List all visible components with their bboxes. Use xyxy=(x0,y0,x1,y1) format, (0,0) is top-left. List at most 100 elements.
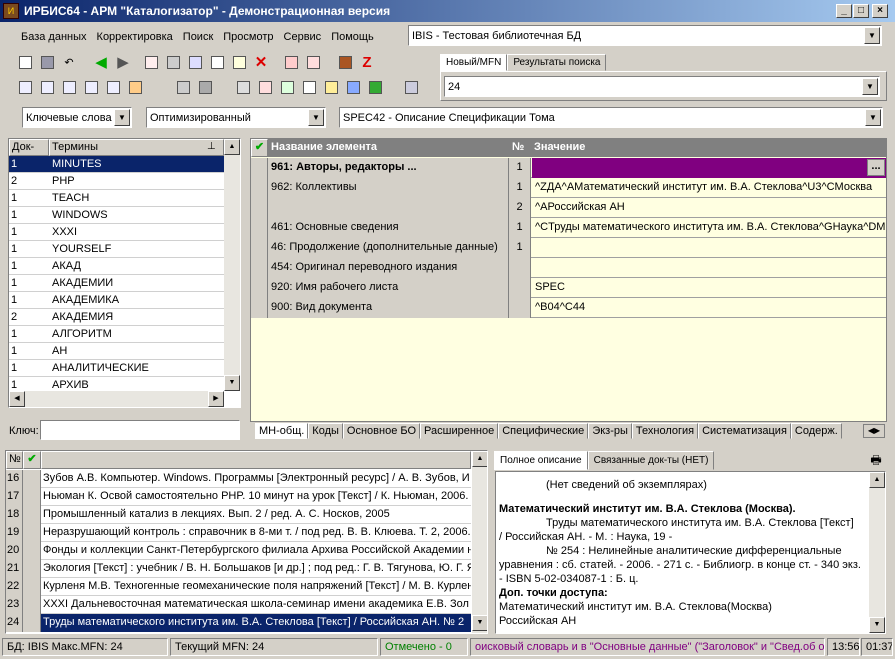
editor-tab[interactable]: Коды xyxy=(308,423,343,439)
edit-icon[interactable] xyxy=(230,53,248,71)
element-value[interactable]: SPEC xyxy=(532,278,886,298)
z3950-icon[interactable]: Z xyxy=(358,53,376,71)
col-num[interactable]: № xyxy=(509,139,531,157)
editor-row[interactable]: 46: Продолжение (дополнительные данные) 1 xyxy=(251,238,886,258)
settings-icon[interactable] xyxy=(402,78,420,96)
duplicate-icon[interactable] xyxy=(304,53,322,71)
result-check[interactable] xyxy=(23,596,41,614)
menu-edit[interactable]: Корректировка xyxy=(92,31,178,43)
scroll-up-icon[interactable]: ▲ xyxy=(869,472,885,488)
film-icon[interactable] xyxy=(336,53,354,71)
chart-icon[interactable] xyxy=(344,78,362,96)
pin-icon[interactable]: ⊥ xyxy=(207,141,216,152)
result-check[interactable] xyxy=(23,560,41,578)
hand-icon[interactable] xyxy=(126,78,144,96)
mfn-input[interactable]: 24 ▼ xyxy=(444,76,880,97)
copy-record-icon[interactable] xyxy=(142,53,160,71)
list-item[interactable]: 1 WINDOWS xyxy=(9,207,224,224)
ellipsis-button[interactable]: ... xyxy=(867,159,885,176)
editor-row[interactable]: 961: Авторы, редакторы ... 1... xyxy=(251,158,886,178)
editor-row[interactable]: 454: Оригинал переводного издания xyxy=(251,258,886,278)
list-item[interactable]: 1 TEACH xyxy=(9,190,224,207)
forward-icon[interactable]: ▶ xyxy=(114,53,132,71)
editor-tab[interactable]: Специфические xyxy=(498,423,589,439)
export-icon[interactable] xyxy=(278,78,296,96)
element-value[interactable]: ^B04^C44 xyxy=(532,298,886,318)
list-item[interactable]: 1 XXXI xyxy=(9,224,224,241)
close-button[interactable]: × xyxy=(872,4,888,18)
table-row[interactable]: 16 Зубов А.В. Компьютер. Windows. Програм… xyxy=(6,470,471,488)
menu-service[interactable]: Сервис xyxy=(279,31,327,43)
tab-full-description[interactable]: Полное описание xyxy=(494,451,588,470)
editor-tab[interactable]: МН-общ. xyxy=(255,423,309,439)
paste-icon[interactable] xyxy=(322,78,340,96)
editor-tab[interactable]: Содерж. xyxy=(790,423,842,439)
result-check[interactable] xyxy=(23,524,41,542)
reply-icon[interactable] xyxy=(104,78,122,96)
list-item[interactable]: 1 АН xyxy=(9,343,224,360)
scroll-down-icon[interactable]: ▼ xyxy=(224,375,240,391)
tree-icon[interactable] xyxy=(208,53,226,71)
result-check[interactable] xyxy=(23,506,41,524)
scroll-down-icon[interactable]: ▼ xyxy=(472,615,487,631)
menu-help[interactable]: Помощь xyxy=(326,31,379,43)
folder-icon[interactable] xyxy=(196,78,214,96)
dictionary-hscroll[interactable]: ◀ ▶ xyxy=(9,391,224,407)
element-value[interactable] xyxy=(532,158,886,178)
print-preview-icon[interactable] xyxy=(256,78,274,96)
element-value[interactable] xyxy=(532,258,886,278)
list-item[interactable]: 1 АЛГОРИТМ xyxy=(9,326,224,343)
table-row[interactable]: 18 Промышленный катализ в лекциях. Вып. 2… xyxy=(6,506,471,524)
scroll-down-icon[interactable]: ▼ xyxy=(869,617,885,633)
check-icon[interactable]: ✔ xyxy=(251,139,268,157)
editor-row[interactable]: 900: Вид документа ^B04^C44 xyxy=(251,298,886,318)
comment-icon[interactable] xyxy=(16,78,34,96)
result-check[interactable] xyxy=(23,614,41,632)
import-icon[interactable] xyxy=(186,53,204,71)
col-docs[interactable]: Док-ов xyxy=(9,139,49,165)
list-item[interactable]: 1 MINUTES xyxy=(9,156,224,173)
editor-tab[interactable]: Экз-ры xyxy=(588,423,632,439)
editor-tab[interactable]: Систематизация xyxy=(698,423,791,439)
menu-search[interactable]: Поиск xyxy=(178,31,218,43)
mark-icon[interactable] xyxy=(282,53,300,71)
editor-tab[interactable]: Расширенное xyxy=(420,423,499,439)
element-value[interactable]: ^AРоссийская АН xyxy=(532,198,886,218)
undo-icon[interactable]: ↶ xyxy=(60,53,78,71)
editor-row[interactable]: 461: Основные сведения 1 ^CТруды математич… xyxy=(251,218,886,238)
table-row[interactable]: 21 Экология [Текст] : учебник / В. Н. Бол… xyxy=(6,560,471,578)
table-row[interactable]: 17 Ньюман К. Освой самостоятельно PHP. 10… xyxy=(6,488,471,506)
compose-icon[interactable] xyxy=(38,78,56,96)
tab-linked-docs[interactable]: Связанные док-ты (НЕТ) xyxy=(587,451,715,470)
element-value[interactable]: ^CТруды математического института им. В.… xyxy=(532,218,886,238)
table-row[interactable]: 20 Фонды и коллекции Санкт-Петербургского… xyxy=(6,542,471,560)
col-element-name[interactable]: Название элемента xyxy=(268,139,509,157)
tab-search-results[interactable]: Результаты поиска xyxy=(507,54,607,71)
new-doc-icon[interactable] xyxy=(16,53,34,71)
desc-vscroll[interactable]: ▲ ▼ xyxy=(869,472,885,633)
list-item[interactable]: 1 АНАЛИТИЧЕСКИЕ xyxy=(9,360,224,377)
scroll-up-icon[interactable]: ▲ xyxy=(224,139,240,155)
scroll-right-icon[interactable]: ▶ xyxy=(208,391,224,407)
check-icon[interactable]: ✔ xyxy=(23,451,41,469)
result-check[interactable] xyxy=(23,470,41,488)
app-icon[interactable]: И xyxy=(3,3,19,19)
view-icon[interactable] xyxy=(174,78,192,96)
database-select[interactable]: IBIS - Тестовая библиотечная БД ▼ xyxy=(408,25,882,46)
save-icon[interactable] xyxy=(38,53,56,71)
worksheet-select[interactable]: SPEC42 - Описание Спецификации Тома ▼ xyxy=(339,107,883,128)
result-check[interactable] xyxy=(23,578,41,596)
editor-row[interactable]: 920: Имя рабочего листа SPEC xyxy=(251,278,886,298)
message-icon[interactable] xyxy=(82,78,100,96)
grid-icon[interactable] xyxy=(164,53,182,71)
maximize-button[interactable]: □ xyxy=(853,4,869,18)
excel-icon[interactable] xyxy=(366,78,384,96)
editor-row[interactable]: 962: Коллективы 1 ^ZДА^AМатематический инс… xyxy=(251,178,886,198)
key-input[interactable] xyxy=(40,420,240,440)
list-item[interactable]: 1 АКАД xyxy=(9,258,224,275)
list-item[interactable]: 2 АКАДЕМИЯ xyxy=(9,309,224,326)
copy-icon[interactable] xyxy=(300,78,318,96)
table-row[interactable]: 19 Неразрушающий контроль : справочник в … xyxy=(6,524,471,542)
print-icon[interactable]: 🖶 xyxy=(866,451,886,469)
element-value[interactable]: ^ZДА^AМатематический институт им. В.А. С… xyxy=(532,178,886,198)
